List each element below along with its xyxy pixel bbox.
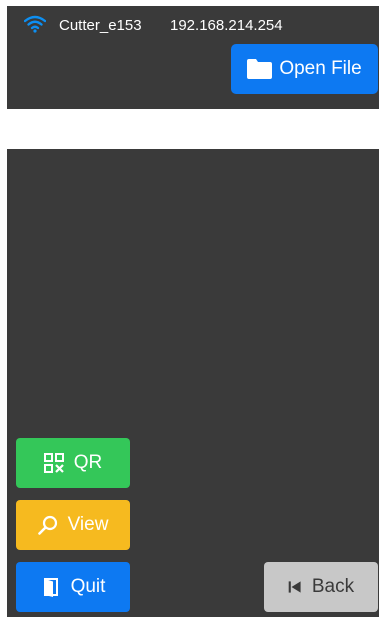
status-bar: Cutter_e153 192.168.214.254 <box>7 6 379 46</box>
ip-address: 192.168.214.254 <box>170 17 283 34</box>
back-button[interactable]: Back <box>264 562 378 612</box>
back-label: Back <box>311 576 355 597</box>
quit-label: Quit <box>70 576 106 597</box>
qr-button[interactable]: QR <box>16 438 130 488</box>
device-name: Cutter_e153 <box>59 17 142 34</box>
file-path-field[interactable] <box>7 109 379 149</box>
view-label: View <box>67 514 109 535</box>
open-file-label: Open File <box>279 58 362 79</box>
view-button[interactable]: View <box>16 500 130 550</box>
open-file-button[interactable]: Open File <box>231 44 378 94</box>
door-icon <box>43 578 58 597</box>
quit-button[interactable]: Quit <box>16 562 130 612</box>
magnifier-icon <box>37 515 57 535</box>
skip-back-icon <box>288 581 301 593</box>
wifi-icon <box>24 15 46 33</box>
folder-icon <box>247 59 273 79</box>
qr-label: QR <box>73 452 103 473</box>
app-screen: Cutter_e153 192.168.214.254 Open File QR… <box>7 6 379 617</box>
qr-code-icon <box>43 453 64 473</box>
